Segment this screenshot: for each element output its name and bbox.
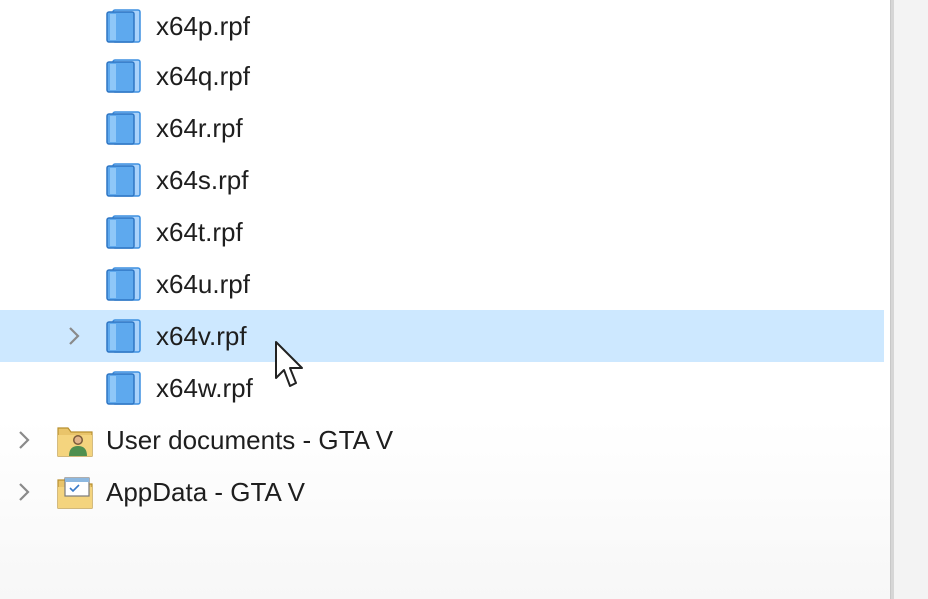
tree-item-label: User documents - GTA V	[106, 425, 394, 455]
user-folder-icon	[56, 422, 94, 458]
tree-item-label: x64v.rpf	[156, 321, 247, 351]
tree-item-label: x64w.rpf	[156, 373, 253, 403]
content-pane	[894, 0, 928, 599]
archive-icon	[104, 266, 142, 302]
tree-item-x64w-rpf[interactable]: x64w.rpf	[0, 362, 890, 414]
app-folder-icon	[56, 474, 94, 510]
tree-item-label: x64p.rpf	[156, 11, 250, 41]
chevron-right-icon[interactable]	[12, 428, 36, 452]
tree-item-label: x64t.rpf	[156, 217, 243, 247]
tree-item-x64q-rpf[interactable]: x64q.rpf	[0, 50, 890, 102]
tree-item-x64t-rpf[interactable]: x64t.rpf	[0, 206, 890, 258]
archive-icon	[104, 318, 142, 354]
archive-icon	[104, 162, 142, 198]
tree-item-label: x64q.rpf	[156, 61, 250, 91]
tree-item-user-documents[interactable]: User documents - GTA V	[0, 414, 890, 466]
mouse-pointer-icon	[274, 340, 308, 390]
archive-icon	[104, 8, 142, 44]
tree-item-x64u-rpf[interactable]: x64u.rpf	[0, 258, 890, 310]
chevron-right-icon[interactable]	[12, 480, 36, 504]
tree-item-label: x64r.rpf	[156, 113, 243, 143]
tree-item-label: x64u.rpf	[156, 269, 250, 299]
archive-icon	[104, 110, 142, 146]
archive-icon	[104, 214, 142, 250]
tree-item-x64v-rpf[interactable]: x64v.rpf	[0, 310, 890, 362]
tree-item-x64s-rpf[interactable]: x64s.rpf	[0, 154, 890, 206]
tree-item-x64p-rpf[interactable]: x64p.rpf	[0, 0, 890, 52]
tree-item-x64r-rpf[interactable]: x64r.rpf	[0, 102, 890, 154]
tree-item-label: AppData - GTA V	[106, 477, 305, 507]
chevron-right-icon[interactable]	[62, 324, 86, 348]
folder-tree-panel: x64p.rpf x64q.rpf x64r.rpf x64s.rpf x64t…	[0, 0, 890, 599]
tree-item-appdata[interactable]: AppData - GTA V	[0, 466, 890, 518]
archive-icon	[104, 58, 142, 94]
archive-icon	[104, 370, 142, 406]
tree-item-label: x64s.rpf	[156, 165, 249, 195]
